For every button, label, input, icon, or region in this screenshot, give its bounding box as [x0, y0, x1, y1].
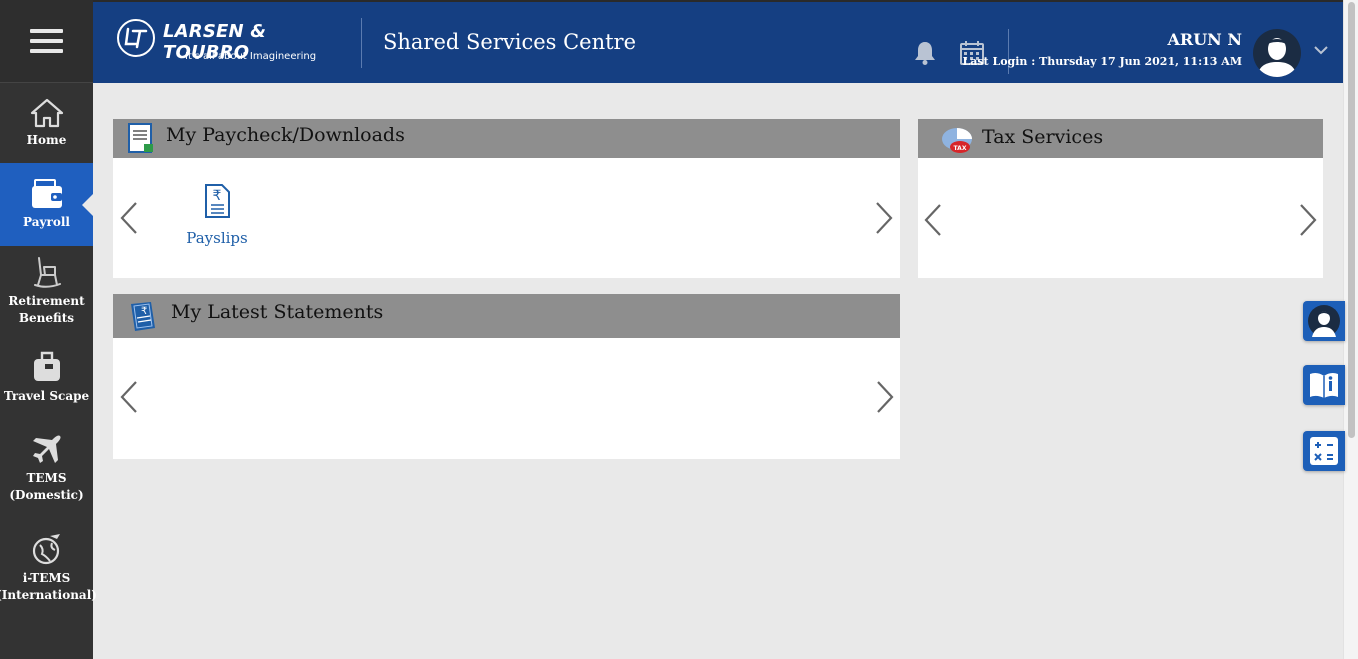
sidebar-item-label: Payroll: [23, 215, 70, 229]
chevron-left-icon[interactable]: [118, 201, 140, 235]
tax-services-card: TAX Tax Services: [918, 119, 1323, 278]
sidebar-item-label: TEMS (Domestic): [9, 471, 84, 502]
header-divider: [361, 18, 362, 68]
app-title: Shared Services Centre: [383, 30, 637, 54]
card-header: ₹ My Latest Statements: [113, 294, 900, 338]
wallet-icon: [31, 179, 62, 208]
page-scrollbar[interactable]: [1343, 0, 1358, 659]
sidebar-item-tems-domestic[interactable]: TEMS (Domestic): [0, 418, 93, 518]
menu-toggle-button[interactable]: [0, 0, 93, 83]
tax-icon: TAX: [942, 128, 972, 153]
sidebar-item-label: Home: [26, 132, 67, 147]
card-header: My Paycheck/Downloads: [113, 119, 900, 158]
sidebar-item-retirement-benefits[interactable]: Retirement Benefits: [0, 246, 93, 336]
user-name: ARUN N: [1167, 30, 1242, 49]
brand-tagline: It's all about Imagineering: [185, 51, 317, 62]
rocking-chair-icon: [33, 257, 61, 288]
info-book-button[interactable]: [1303, 365, 1345, 405]
card-title: My Latest Statements: [171, 301, 384, 323]
card-title: My Paycheck/Downloads: [166, 124, 405, 146]
payslips-label: Payslips: [186, 229, 248, 247]
chevron-right-icon[interactable]: [1297, 203, 1319, 237]
rupee-document-icon: ₹: [205, 184, 230, 218]
support-agent-button[interactable]: [1303, 301, 1345, 341]
support-agent-icon: [1308, 305, 1340, 337]
calculator-icon: [1310, 437, 1338, 465]
svg-text:₹: ₹: [213, 188, 222, 204]
statement-book-icon: ₹: [131, 302, 155, 331]
sidebar-item-home[interactable]: Home: [0, 83, 93, 163]
calculator-button[interactable]: [1303, 431, 1345, 471]
paycheck-downloads-card: My Paycheck/Downloads ₹ Payslips: [113, 119, 900, 278]
document-download-icon: [128, 123, 153, 153]
chevron-left-icon[interactable]: [118, 380, 140, 414]
airplane-icon: [32, 435, 61, 463]
last-login-text: Last Login : Thursday 17 Jun 2021, 11:13…: [962, 55, 1243, 68]
user-avatar[interactable]: [1253, 29, 1301, 77]
chevron-down-icon[interactable]: [1313, 44, 1329, 56]
card-header: TAX Tax Services: [918, 119, 1323, 158]
scrollbar-thumb[interactable]: [1348, 2, 1355, 438]
hamburger-icon: [30, 29, 63, 53]
sidebar-item-i-tems-international[interactable]: i-TEMS (International): [0, 518, 97, 618]
latest-statements-card: ₹ My Latest Statements: [113, 294, 900, 459]
chevron-left-icon[interactable]: [922, 203, 944, 237]
sidebar-item-label: Retirement Benefits: [8, 294, 85, 325]
globe-plane-icon: [32, 534, 60, 565]
svg-text:₹: ₹: [141, 306, 147, 317]
home-icon: [30, 98, 63, 127]
chevron-right-icon[interactable]: [873, 201, 895, 235]
luggage-icon: [33, 351, 60, 381]
bell-icon[interactable]: [913, 40, 937, 66]
sidebar-item-payroll[interactable]: Payroll: [0, 163, 94, 246]
brand-logo[interactable]: LARSEN & TOUBRO It's all about Imagineer…: [117, 18, 347, 66]
payslips-link[interactable]: ₹ Payslips: [183, 183, 251, 247]
info-book-icon: [1310, 372, 1338, 398]
sidebar-item-label: i-TEMS (International): [0, 571, 97, 602]
sidebar: Home Payroll Retirement Benefits Travel …: [0, 0, 97, 659]
card-title: Tax Services: [982, 126, 1104, 148]
sidebar-item-travel-scape[interactable]: Travel Scape: [0, 336, 93, 418]
sidebar-item-label: Travel Scape: [3, 388, 90, 403]
top-header: LARSEN & TOUBRO It's all about Imagineer…: [93, 0, 1343, 83]
lt-logo-icon: [117, 19, 155, 57]
svg-text:TAX: TAX: [954, 145, 967, 152]
chevron-right-icon[interactable]: [874, 380, 896, 414]
